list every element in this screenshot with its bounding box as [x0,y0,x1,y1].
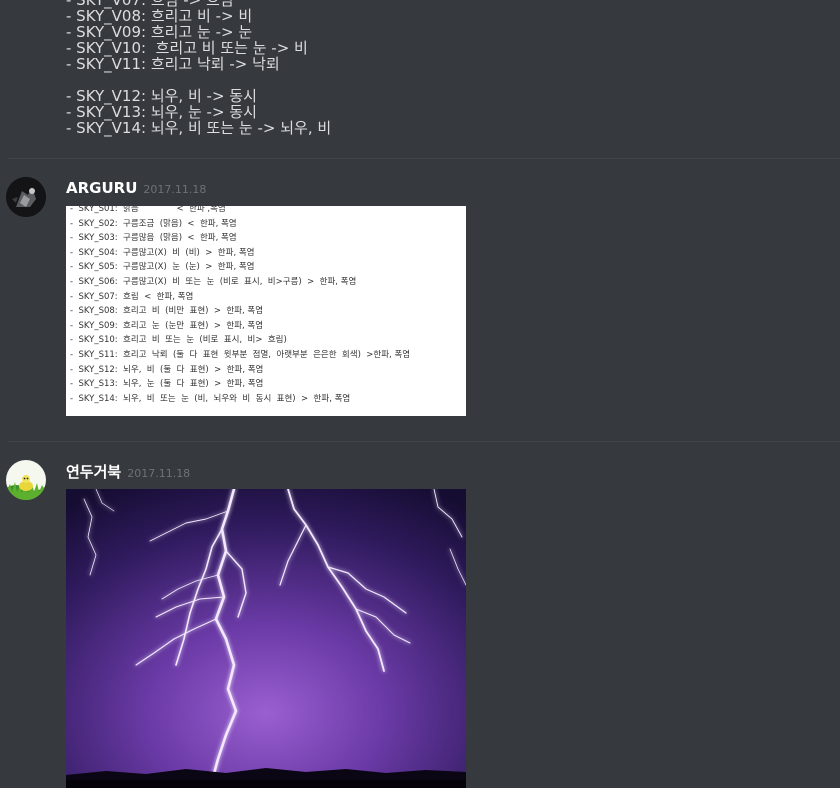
lightning-photo-icon [66,489,466,788]
avatar-yeondugeobuk[interactable] [6,460,46,500]
attachment-text-line: - SKY_S13: 뇌우, 눈 (둘 다 표현) > 한파, 폭염 [70,379,264,390]
previous-message-text: - SKY_V07: 흐림 -> 흐림 - SKY_V08: 흐리고 비 -> … [66,0,331,136]
image-attachment[interactable] [66,489,466,788]
timestamp: 2017.11.18 [143,183,207,196]
image-attachment[interactable]: - SKY_S01: 맑음 < 한파 ,폭염 - SKY_S02: 구름조금 (… [66,206,466,416]
attachment-text-line: - SKY_S01: 맑음 < 한파 ,폭염 [70,206,226,214]
message-header: 연두거북 2017.11.18 [66,461,190,481]
timestamp: 2017.11.18 [127,467,191,480]
attachment-text-line: - SKY_S14: 뇌우, 비 또는 눈 (비, 뇌우와 비 동시 표현) >… [70,393,351,404]
attachment-text-line: - SKY_S09: 흐리고 눈 (눈만 표현) > 한파, 폭염 [70,320,264,331]
message-line-gap [66,72,331,88]
message-line: - SKY_V08: 흐리고 비 -> 비 [66,7,253,25]
chat-messages: - SKY_V07: 흐림 -> 흐림 - SKY_V08: 흐리고 비 -> … [0,0,840,788]
username[interactable]: 연두거북 [66,463,121,481]
attachment-text-line: - SKY_S05: 구름많고(X) 눈 (눈) > 한파, 폭염 [70,262,255,273]
attachment-text-line: - SKY_S07: 흐림 < 한파, 폭염 [70,291,194,302]
attachment-text-line: - SKY_S12: 뇌우, 비 (둘 다 표현) > 한파, 폭염 [70,364,264,375]
message-line: - SKY_V09: 흐리고 눈 -> 눈 [66,23,253,41]
avatar-arguru[interactable] [6,177,46,217]
message-divider [8,441,840,442]
message-header: ARGURU 2017.11.18 [66,178,206,198]
attachment-text-line: - SKY_S11: 흐리고 낙뢰 (둘 다 표현 윗부분 점멸, 아랫부분 은… [70,349,411,360]
attachment-text-line: - SKY_S06: 구름많고(X) 비 또는 눈 (비로 표시, 비>구름) … [70,276,357,287]
dark-photo-avatar-icon [6,177,46,217]
attachment-text-line: - SKY_S08: 흐리고 비 (비만 표현) > 한파, 폭염 [70,306,264,317]
attachment-text-line: - SKY_S02: 구름조금 (맑음) < 한파, 폭염 [70,218,237,229]
message-line: - SKY_V10: 흐리고 비 또는 눈 -> 비 [66,39,308,57]
attachment-text-line: - SKY_S10: 흐리고 비 또는 눈 (비로 표시, 비> 흐림) [70,335,287,346]
message-line: - SKY_V13: 뇌우, 눈 -> 동시 [66,103,257,121]
message-line: - SKY_V11: 흐리고 낙뢰 -> 낙뢰 [66,55,280,73]
attachment-text-line: - SKY_S03: 구름많음 (맑음) < 한파, 폭염 [70,233,237,244]
username[interactable]: ARGURU [66,179,137,197]
message-divider [8,158,840,159]
message-line: - SKY_V12: 뇌우, 비 -> 동시 [66,87,257,105]
message-line: - SKY_V14: 뇌우, 비 또는 눈 -> 뇌우, 비 [66,119,332,137]
green-turtle-avatar-icon [6,460,46,500]
attachment-text-line: - SKY_S04: 구름많고(X) 비 (비) > 한파, 폭염 [70,247,255,258]
